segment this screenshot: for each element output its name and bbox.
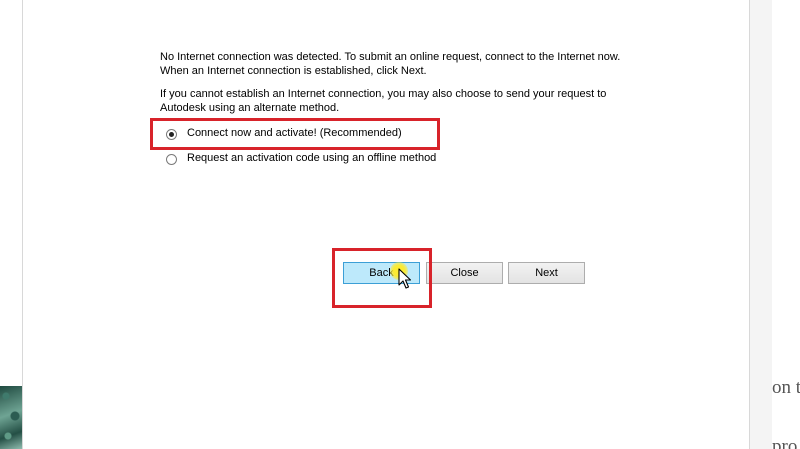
close-button[interactable]: Close (426, 262, 503, 284)
alternate-method-message: If you cannot establish an Internet conn… (160, 87, 720, 115)
option-label: Request an activation code using an offl… (187, 152, 437, 164)
highlight-annotation (332, 248, 432, 308)
message-line: If you cannot establish an Internet conn… (160, 88, 607, 100)
no-connection-message: No Internet connection was detected. To … (160, 50, 720, 78)
activation-dialog: No Internet connection was detected. To … (22, 0, 750, 449)
radio-unselected-icon[interactable] (166, 153, 177, 165)
message-line: Autodesk using an alternate method. (160, 102, 340, 114)
background-text-fragment: on t (772, 377, 800, 398)
message-line: No Internet connection was detected. To … (160, 51, 621, 63)
background-photo (0, 386, 22, 449)
next-button[interactable]: Next (508, 262, 585, 284)
option-offline-method[interactable]: Request an activation code using an offl… (166, 152, 437, 165)
highlight-annotation (150, 118, 440, 150)
message-line: When an Internet connection is establish… (160, 65, 427, 77)
background-page-left (0, 0, 22, 449)
mouse-pointer-icon (398, 268, 412, 289)
background-text-fragment: pro (772, 436, 798, 449)
